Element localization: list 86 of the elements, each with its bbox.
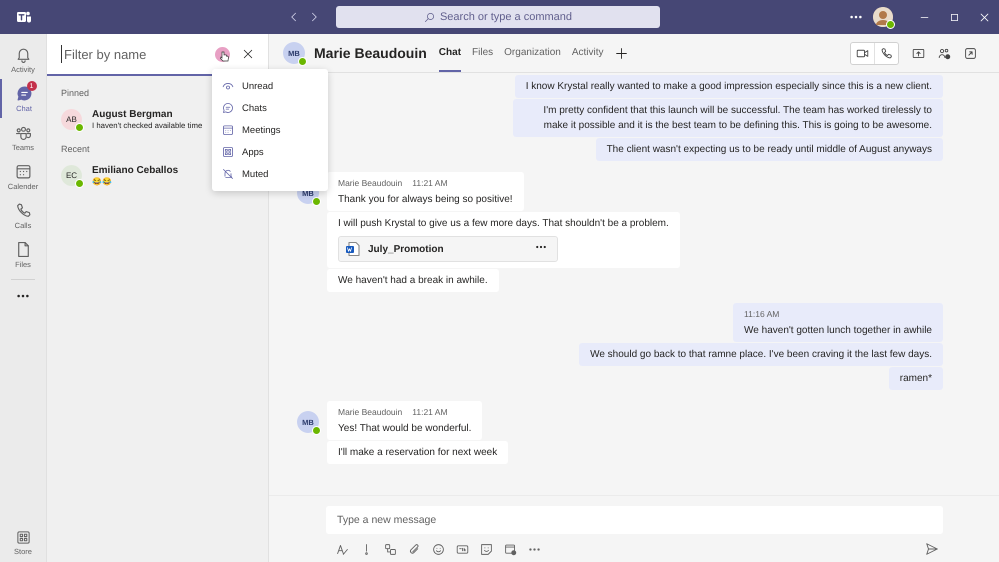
calendar-icon: [14, 162, 32, 180]
message-text: I know Krystal really wanted to make a good impression especially since this is a new client.: [526, 80, 932, 94]
message-input[interactable]: Type a new message: [326, 506, 943, 534]
emoji-button[interactable]: [432, 542, 445, 556]
profile-avatar[interactable]: [873, 7, 893, 27]
loop-button[interactable]: [384, 542, 397, 556]
add-people-button[interactable]: [938, 46, 951, 60]
teams-logo-icon: [16, 9, 32, 25]
menu-item[interactable]: Apps: [212, 141, 328, 163]
menu-item[interactable]: Meetings: [212, 119, 328, 141]
section-label: Recent: [61, 144, 90, 154]
message-text: The client wasn't expecting us to be ready until middle of August anyways: [606, 143, 932, 157]
pop-out-button[interactable]: [964, 46, 977, 60]
eye-icon: [222, 80, 234, 92]
filter-field[interactable]: Filter by name: [47, 34, 268, 76]
sticker-icon: [480, 542, 493, 556]
phone-icon: [14, 202, 32, 218]
presence-dot: [886, 20, 895, 29]
chat-icon: [16, 84, 32, 102]
send-icon: [925, 542, 939, 556]
section-label: Pinned: [61, 88, 90, 98]
message-text: I'm pretty confident that this launch will be successful. The team has worked tirelessly to make it possible and it is the best team to be defining this. This is going to be awesome.: [542, 104, 932, 133]
word-document-icon: [345, 241, 361, 257]
paperclip-icon: [408, 542, 421, 556]
presence-dot: [298, 57, 307, 66]
message-text: I'll make a reservation for next week: [338, 446, 498, 460]
smiley-icon: [432, 542, 445, 556]
tab[interactable]: Activity: [572, 34, 604, 72]
message-text: We should go back to that ramne place. I've been craving it the last few days.: [590, 348, 932, 362]
presence-dot: [312, 426, 321, 435]
presence-dot: [312, 197, 321, 206]
menu-item[interactable]: Unread: [212, 75, 328, 97]
pop-out-icon: [964, 46, 977, 60]
sender-name: Marie Beaudouin: [338, 177, 402, 190]
timestamp: 11:21 AM: [412, 177, 448, 190]
maximize-icon: [948, 12, 960, 22]
message-text: We haven't gotten lunch together in awhile: [744, 324, 932, 338]
avatar: EC: [61, 164, 82, 186]
avatar: AB: [61, 108, 82, 130]
presence-dot: [75, 178, 84, 188]
calendar-add-icon: [504, 542, 517, 556]
sticker-button[interactable]: [480, 542, 493, 556]
message-text: Yes! That would be wonderful.: [338, 422, 472, 436]
close-button[interactable]: [242, 48, 254, 60]
bell-off-icon: [222, 168, 234, 180]
filter-button[interactable]: [215, 46, 230, 62]
chat-icon: [222, 102, 234, 114]
contact-name: August Bergman: [92, 108, 174, 120]
contact-name: Emiliano Ceballos: [92, 164, 178, 176]
menu-item[interactable]: Chats: [212, 97, 328, 119]
close-icon: [242, 48, 254, 60]
timestamp: 11:21 AM: [412, 406, 448, 419]
message-text: Thank you for always being so positive!: [338, 193, 513, 207]
message-text: I will push Krystal to give us a few more days. That shouldn't be a problem.: [338, 217, 669, 231]
tab[interactable]: Files: [472, 34, 494, 72]
send-button[interactable]: [925, 542, 939, 556]
apps-icon: [16, 530, 30, 544]
loop-component-icon: [384, 542, 397, 556]
filter-input[interactable]: Filter by name: [61, 45, 215, 63]
format-icon: [336, 542, 349, 556]
plus-icon: [614, 46, 628, 60]
share-screen-icon: [912, 46, 925, 60]
sender-name: Marie Beaudouin: [338, 406, 402, 419]
phone-icon: [880, 46, 893, 60]
pointer-cursor-icon: [220, 50, 229, 62]
menu-item[interactable]: Muted: [212, 163, 328, 185]
apps-icon: [222, 146, 234, 158]
message-text: ramen*: [900, 372, 932, 386]
contact-name: Marie Beaudouin: [314, 45, 427, 61]
close-icon: [978, 12, 990, 22]
message-text: We haven't had a break in awhile.: [338, 274, 488, 288]
bell-icon: [14, 46, 32, 62]
add-people-icon: [938, 46, 951, 60]
share-screen-button[interactable]: [912, 46, 925, 60]
file-attachment[interactable]: July_Promotion: [338, 236, 558, 262]
calendar-icon: [222, 124, 234, 136]
schedule-meeting-button[interactable]: [504, 542, 517, 556]
tab[interactable]: Organization: [504, 34, 561, 72]
search-icon: [424, 12, 435, 22]
search-field[interactable]: Search or type a command: [336, 6, 660, 28]
timestamp: 11:16 AM: [744, 308, 780, 321]
presence-dot: [75, 122, 84, 132]
format-button[interactable]: [336, 542, 349, 556]
attach-button[interactable]: [408, 542, 421, 556]
tab[interactable]: Chat: [438, 34, 462, 72]
add-tab-button[interactable]: [614, 46, 628, 60]
